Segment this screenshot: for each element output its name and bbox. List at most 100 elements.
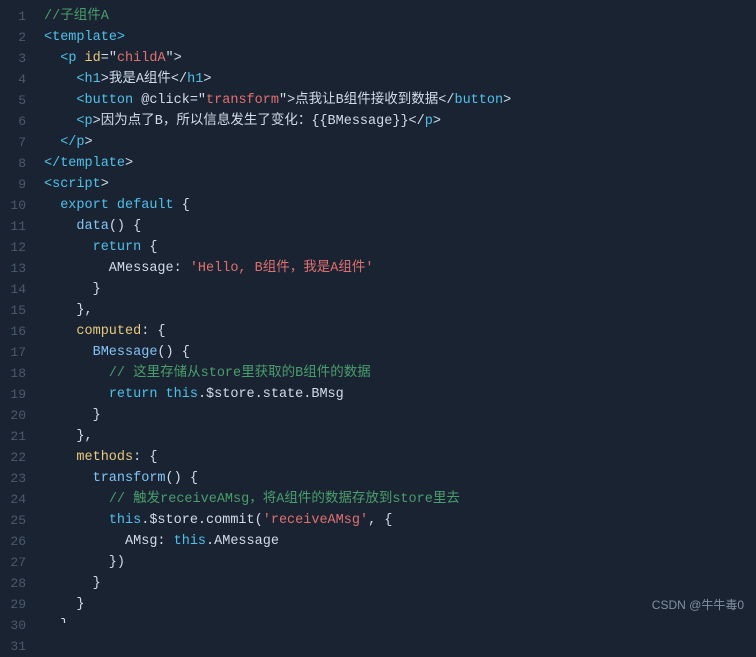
code-token	[157, 387, 165, 402]
code-content: //子组件A<template> <p id="childA"> <h1>我是A…	[36, 0, 756, 623]
code-token: () {	[166, 471, 198, 486]
code-token	[44, 387, 109, 402]
code-token: >	[101, 177, 109, 192]
code-line: <script>	[44, 174, 748, 195]
code-token: BMessage	[93, 345, 158, 360]
code-token: >	[203, 72, 211, 87]
code-line: },	[44, 300, 748, 321]
code-token: >	[85, 135, 93, 150]
code-token: <	[44, 114, 85, 129]
watermark: CSDN @牛牛毒0	[652, 596, 744, 615]
code-token: h1	[85, 72, 101, 87]
line-number: 28	[6, 573, 26, 594]
line-number: 12	[6, 237, 26, 258]
code-token: transform	[93, 471, 166, 486]
code-token	[44, 492, 109, 507]
line-number: 20	[6, 405, 26, 426]
code-line: })	[44, 552, 748, 573]
code-token: }	[44, 576, 101, 591]
code-token: () {	[109, 219, 141, 234]
code-line: <p>因为点了B，所以信息发生了变化：{{BMessage}}</p>	[44, 111, 748, 132]
code-token: button	[85, 93, 134, 108]
code-line: </p>	[44, 132, 748, 153]
code-line: return {	[44, 237, 748, 258]
code-token: button	[454, 93, 503, 108]
code-token: id	[85, 51, 101, 66]
code-token: .$store.commit(	[141, 513, 263, 528]
line-number: 15	[6, 300, 26, 321]
code-line: </template>	[44, 153, 748, 174]
code-line: // 触发receiveAMsg，将A组件的数据存放到store里去	[44, 489, 748, 510]
code-token: 'Hello, B组件，我是A组件'	[190, 261, 374, 276]
code-line: computed: {	[44, 321, 748, 342]
line-number: 23	[6, 468, 26, 489]
code-token: <	[44, 72, 85, 87]
code-line: <h1>我是A组件</h1>	[44, 69, 748, 90]
code-line: export default {	[44, 195, 748, 216]
code-token: childA	[117, 51, 166, 66]
line-number: 26	[6, 531, 26, 552]
line-number: 5	[6, 90, 26, 111]
code-token: ">	[166, 51, 182, 66]
code-token: p	[76, 135, 84, 150]
code-token	[109, 198, 117, 213]
code-token: //子组件A	[44, 9, 109, 24]
code-token: AMessage:	[44, 261, 190, 276]
code-token: computed	[76, 324, 141, 339]
code-token	[44, 198, 60, 213]
code-line: transform() {	[44, 468, 748, 489]
line-number: 16	[6, 321, 26, 342]
code-line: }	[44, 594, 748, 615]
code-token: () {	[157, 345, 189, 360]
code-token: export	[60, 198, 109, 213]
code-token	[44, 471, 93, 486]
line-number: 30	[6, 615, 26, 636]
code-token: : {	[133, 450, 157, 465]
code-token: template	[52, 30, 117, 45]
code-token: {	[141, 240, 157, 255]
code-token: }	[44, 597, 85, 612]
code-token: <	[44, 51, 68, 66]
code-token	[44, 219, 76, 234]
code-token: methods	[76, 450, 133, 465]
code-token: .$store.state.BMsg	[198, 387, 344, 402]
line-number: 18	[6, 363, 26, 384]
line-number: 19	[6, 384, 26, 405]
code-token: },	[44, 429, 93, 444]
line-number: 25	[6, 510, 26, 531]
code-token: template	[60, 156, 125, 171]
code-line: }	[44, 279, 748, 300]
code-line: }	[44, 405, 748, 426]
code-token: >	[433, 114, 441, 129]
code-token: p	[85, 114, 93, 129]
code-line: //子组件A	[44, 6, 748, 27]
line-number: 2	[6, 27, 26, 48]
line-number: 11	[6, 216, 26, 237]
code-token: >我是A组件</	[101, 72, 187, 87]
code-token: <	[44, 93, 85, 108]
line-number: 31	[6, 636, 26, 657]
code-token: >	[117, 30, 125, 45]
line-number: 29	[6, 594, 26, 615]
code-token: {	[174, 198, 190, 213]
code-line: }	[44, 615, 748, 623]
code-token: data	[76, 219, 108, 234]
line-number: 24	[6, 489, 26, 510]
code-token: })	[44, 555, 125, 570]
code-line: data() {	[44, 216, 748, 237]
code-token: // 这里存储从store里获取的B组件的数据	[109, 366, 371, 381]
code-line: AMsg: this.AMessage	[44, 531, 748, 552]
code-line: AMessage: 'Hello, B组件，我是A组件'	[44, 258, 748, 279]
line-number-gutter: 1234567891011121314151617181920212223242…	[0, 0, 36, 623]
code-token	[44, 324, 76, 339]
code-token: script	[52, 177, 101, 192]
line-number: 4	[6, 69, 26, 90]
code-token: }	[44, 408, 101, 423]
code-token: AMsg:	[44, 534, 174, 549]
code-token: @click="	[133, 93, 206, 108]
line-number: 1	[6, 6, 26, 27]
code-token: },	[44, 303, 93, 318]
code-token: ">点我让B组件接收到数据</	[279, 93, 455, 108]
line-number: 13	[6, 258, 26, 279]
code-token	[76, 51, 84, 66]
